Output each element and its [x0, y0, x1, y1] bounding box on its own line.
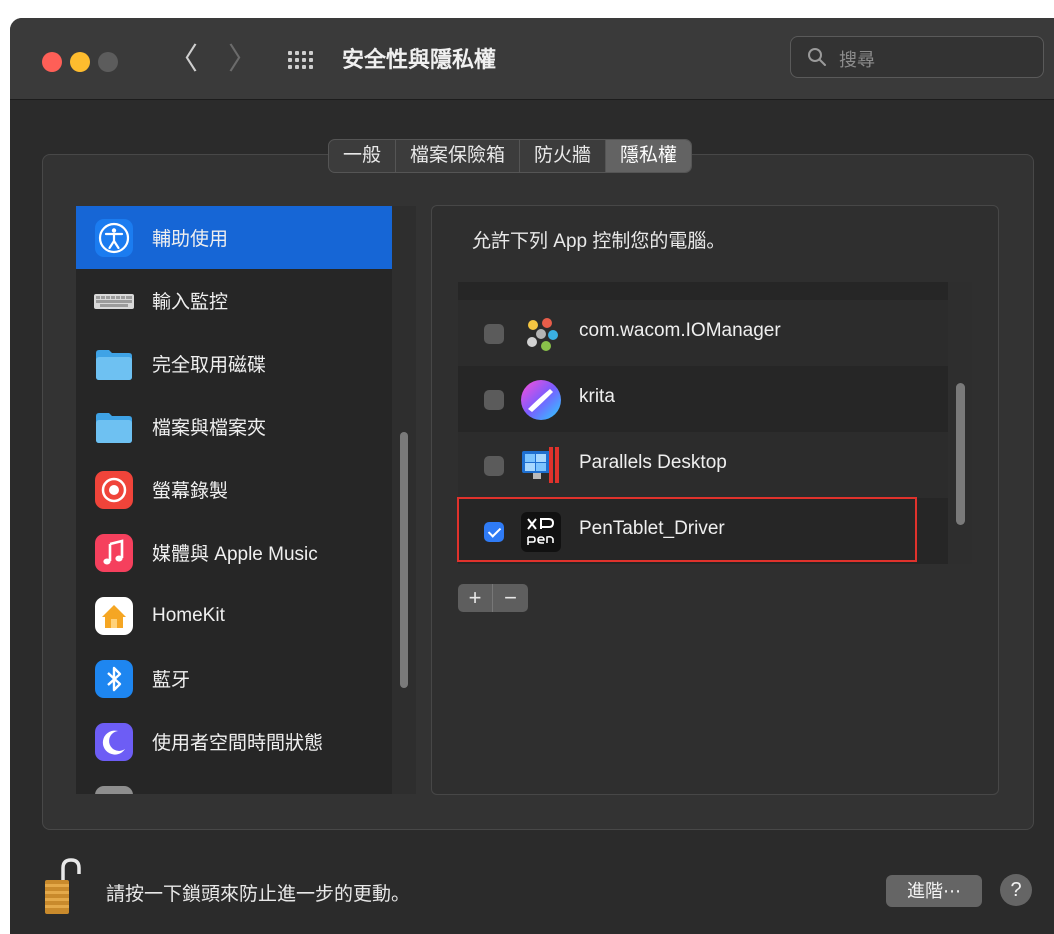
lock-hint-text: 請按一下鎖頭來防止進一步的更動。: [106, 884, 411, 905]
close-window-button[interactable]: [42, 52, 62, 72]
tab-general[interactable]: 一般: [329, 140, 397, 172]
sidebar-item-label: 輸入監控: [152, 292, 229, 313]
advanced-button[interactable]: 進階⋯: [886, 875, 982, 907]
app-checkbox[interactable]: [484, 390, 504, 410]
window-title: 安全性與隱私權: [342, 47, 497, 72]
search-field[interactable]: 搜尋: [790, 36, 1044, 78]
sidebar-item-partial[interactable]: [76, 773, 392, 794]
list-item: [458, 282, 948, 300]
forward-button[interactable]: 〉: [228, 40, 258, 80]
sidebar-item-screen-time[interactable]: 使用者空間時間狀態: [76, 710, 392, 773]
app-name: com.wacom.IOManager: [579, 320, 781, 341]
sidebar-item-label: 完全取用磁碟: [152, 355, 267, 376]
privacy-description: 允許下列 App 控制您的電腦。: [472, 231, 726, 252]
tab-firewall[interactable]: 防火牆: [520, 140, 607, 172]
zoom-window-button[interactable]: [98, 52, 118, 72]
tab-bar: 一般 檔案保險箱 防火牆 隱私權: [328, 139, 693, 173]
tab-privacy[interactable]: 隱私權: [606, 140, 692, 172]
sidebar-item-label: 螢幕錄製: [152, 481, 229, 502]
app-name: krita: [579, 386, 615, 407]
sidebar-item-bluetooth[interactable]: 藍牙: [76, 647, 392, 710]
wacom-icon: [527, 318, 558, 351]
search-placeholder: 搜尋: [839, 50, 875, 70]
sidebar-item-label: HomeKit: [152, 604, 225, 626]
show-all-grid-icon[interactable]: [288, 51, 314, 71]
app-row-parallels[interactable]: Parallels Desktop: [458, 432, 948, 498]
sidebar-item-full-disk-access[interactable]: 完全取用磁碟: [76, 332, 392, 395]
app-row-krita[interactable]: krita: [458, 366, 948, 432]
privacy-category-list: 輔助使用 輸入監控 完全取用磁碟 檔案與檔案夾 螢幕錄製 媒體與 Apple M…: [76, 206, 416, 794]
music-icon: [95, 533, 133, 572]
sidebar-scroll-thumb[interactable]: [400, 432, 408, 688]
sidebar-item-accessibility[interactable]: 輔助使用: [76, 206, 392, 269]
folder-icon: [96, 412, 132, 443]
add-app-button[interactable]: +: [458, 584, 493, 612]
folder-icon: [96, 349, 132, 380]
sidebar-item-homekit[interactable]: HomeKit: [76, 584, 392, 647]
highlight-annotation-box: [457, 497, 917, 562]
help-button[interactable]: ?: [1000, 874, 1032, 906]
app-checkbox[interactable]: [484, 456, 504, 476]
sidebar-item-label: 媒體與 Apple Music: [152, 544, 318, 565]
back-button[interactable]: 〈: [168, 40, 198, 80]
home-icon: [95, 596, 133, 635]
app-checkbox[interactable]: [484, 324, 504, 344]
accessibility-icon: [95, 218, 133, 257]
add-remove-control: + −: [458, 584, 528, 612]
krita-icon: [521, 380, 561, 420]
moon-icon: [95, 722, 133, 761]
screen-record-icon: [95, 470, 133, 509]
tab-filevault[interactable]: 檔案保險箱: [396, 140, 521, 172]
title-bar: 〈 〉 安全性與隱私權 搜尋: [10, 18, 1054, 100]
app-name: Parallels Desktop: [579, 452, 727, 473]
sidebar-item-media-apple-music[interactable]: 媒體與 Apple Music: [76, 521, 392, 584]
search-icon: [808, 48, 826, 66]
parallels-icon: [522, 447, 559, 483]
system-preferences-window: 〈 〉 安全性與隱私權 搜尋 一般 檔案保險箱 防火牆 隱私權 輔助使用 輸入監…: [10, 18, 1054, 934]
sidebar-item-screen-recording[interactable]: 螢幕錄製: [76, 458, 392, 521]
sidebar-item-label: 輔助使用: [152, 229, 229, 250]
more-icon: [95, 785, 133, 794]
minimize-window-button[interactable]: [70, 52, 90, 72]
sidebar-item-label: 檔案與檔案夾: [152, 418, 267, 439]
sidebar-item-label: 藍牙: [152, 670, 191, 691]
keyboard-icon: [94, 293, 134, 309]
bluetooth-icon: [95, 659, 133, 698]
sidebar-item-input-monitoring[interactable]: 輸入監控: [76, 269, 392, 332]
remove-app-button[interactable]: −: [493, 584, 528, 612]
app-list-scroll-thumb[interactable]: [956, 383, 965, 525]
app-row-wacom[interactable]: com.wacom.IOManager: [458, 300, 948, 366]
unlocked-lock-icon[interactable]: [43, 858, 83, 916]
sidebar-item-files-folders[interactable]: 檔案與檔案夾: [76, 395, 392, 458]
sidebar-item-label: 使用者空間時間狀態: [152, 733, 324, 754]
